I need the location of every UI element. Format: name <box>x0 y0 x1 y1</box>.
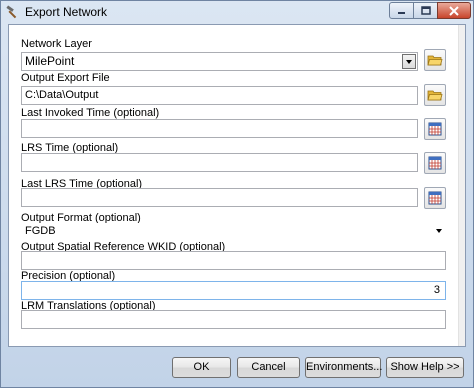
folder-open-icon <box>427 55 443 66</box>
network-layer-label: Network Layer <box>21 38 92 50</box>
close-icon <box>449 5 459 16</box>
lrs-time-calendar-button[interactable] <box>424 152 446 174</box>
last-invoked-time-label: Last Invoked Time (optional) <box>21 107 160 119</box>
last-invoked-time-calendar-button[interactable] <box>424 118 446 140</box>
chevron-down-icon[interactable] <box>436 229 442 233</box>
ok-button[interactable]: OK <box>172 357 231 378</box>
calendar-icon <box>428 156 442 170</box>
network-layer-value: MilePoint <box>25 54 75 68</box>
maximize-button[interactable] <box>413 2 438 19</box>
network-layer-select[interactable]: MilePoint <box>21 52 418 71</box>
minimize-button[interactable] <box>389 2 414 19</box>
window-title: Export Network <box>25 5 108 19</box>
hammer-icon <box>6 5 17 19</box>
cancel-button[interactable]: Cancel <box>237 357 300 378</box>
browse-output-file-button[interactable] <box>424 84 446 106</box>
output-format-value: FGDB <box>25 225 56 237</box>
maximize-icon <box>420 6 431 15</box>
export-network-dialog: Export Network Network Layer MilePoint O <box>0 0 474 388</box>
lrm-translations-input[interactable] <box>21 310 446 329</box>
precision-value: 3 <box>433 284 440 296</box>
title-bar[interactable]: Export Network <box>1 1 473 23</box>
lrs-time-input[interactable] <box>21 153 418 172</box>
output-spatial-reference-input[interactable] <box>21 251 446 270</box>
tool-parameters-panel: Network Layer MilePoint Output Export Fi… <box>8 24 466 347</box>
output-format-select[interactable]: FGDB <box>21 223 446 238</box>
close-button[interactable] <box>437 2 471 19</box>
calendar-icon <box>428 122 442 136</box>
browse-network-layer-button[interactable] <box>424 49 446 71</box>
minimize-icon <box>398 12 405 14</box>
folder-open-icon <box>427 90 443 101</box>
vertical-scrollbar[interactable] <box>458 25 465 346</box>
output-export-file-label: Output Export File <box>21 72 110 84</box>
calendar-icon <box>428 191 442 205</box>
last-invoked-time-input[interactable] <box>21 119 418 138</box>
last-lrs-time-calendar-button[interactable] <box>424 187 446 209</box>
chevron-down-icon <box>406 59 412 64</box>
environments-button[interactable]: Environments... <box>305 357 382 378</box>
output-export-file-input[interactable]: C:\Data\Output <box>21 86 418 105</box>
last-lrs-time-input[interactable] <box>21 188 418 207</box>
network-layer-dropdown-button[interactable] <box>402 54 416 69</box>
show-help-button[interactable]: Show Help >> <box>386 357 464 378</box>
output-export-file-value: C:\Data\Output <box>25 89 99 101</box>
precision-input[interactable]: 3 <box>21 281 446 300</box>
